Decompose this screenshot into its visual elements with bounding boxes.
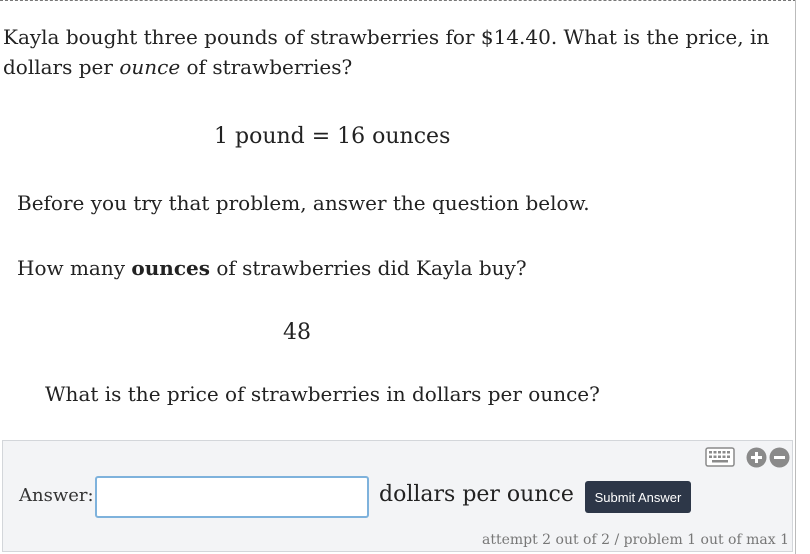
problem-statement: Kayla bought three pounds of strawberrie… [3, 22, 793, 82]
scaffold-instruction: Before you try that problem, answer the … [17, 191, 590, 215]
answer-panel: Answer: dollars per ounce Submit Answer … [2, 440, 793, 552]
problem-text-emphasis: ounce [119, 55, 181, 79]
problem-text-part2: of strawberries? [180, 55, 353, 79]
answer-label: Answer: [19, 485, 94, 506]
scaffold-answer: 48 [283, 320, 311, 345]
keyboard-icon[interactable] [705, 447, 735, 467]
conversion-equation: 1 pound = 16 ounces [214, 124, 451, 149]
right-border [795, 0, 796, 554]
scaffold-question-part1: How many [17, 256, 132, 280]
submit-answer-button[interactable]: Submit Answer [585, 481, 691, 513]
unit-label: dollars per ounce [379, 482, 574, 507]
answer-input[interactable] [95, 476, 369, 518]
scaffold-question-bold: ounces [131, 256, 210, 280]
scaffold-question: How many ounces of strawberries did Kayl… [17, 253, 527, 283]
zoom-in-icon[interactable] [746, 447, 767, 468]
problem-text-part1: Kayla bought three pounds of strawberrie… [3, 25, 770, 79]
scaffold-question-part2: of strawberries did Kayla buy? [209, 256, 527, 280]
zoom-out-icon[interactable] [769, 447, 790, 468]
attempt-info: attempt 2 out of 2 / problem 1 out of ma… [481, 532, 789, 548]
top-divider [0, 0, 796, 1]
current-question: What is the price of strawberries in dol… [45, 382, 600, 406]
